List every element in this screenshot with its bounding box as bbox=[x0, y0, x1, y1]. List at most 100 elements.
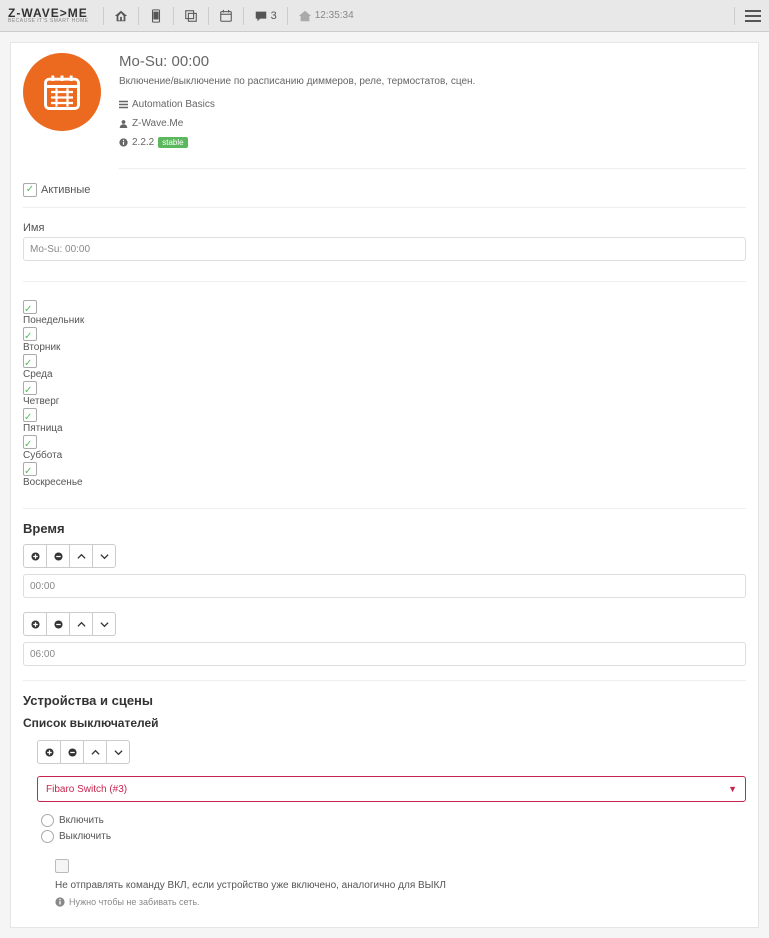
plus-icon bbox=[31, 620, 40, 629]
dropdown-arrow-icon: ▼ bbox=[728, 784, 737, 794]
user-icon bbox=[119, 119, 128, 128]
day-wednesday-checkbox[interactable] bbox=[23, 354, 37, 368]
day-friday-checkbox[interactable] bbox=[23, 408, 37, 422]
name-block: Имя bbox=[23, 222, 746, 261]
events-link[interactable]: 3 bbox=[254, 9, 277, 23]
clock-display: 12:35:34 bbox=[298, 9, 354, 23]
chevron-down-icon bbox=[100, 552, 109, 561]
devices-link[interactable] bbox=[149, 9, 163, 23]
nosend-label: Не отправлять команду ВКЛ, если устройст… bbox=[55, 880, 746, 891]
clock-time: 12:35:34 bbox=[315, 10, 354, 21]
devices-subtitle: Список выключателей bbox=[23, 716, 746, 730]
separator bbox=[23, 680, 746, 681]
list-icon bbox=[119, 100, 128, 109]
day-friday: Пятница bbox=[23, 408, 746, 434]
separator bbox=[287, 7, 288, 25]
separator bbox=[208, 7, 209, 25]
main-card: Mo-Su: 00:00 Включение/выключение по рас… bbox=[10, 42, 759, 928]
add-button[interactable] bbox=[23, 612, 47, 636]
day-tuesday-checkbox[interactable] bbox=[23, 327, 37, 341]
remove-button[interactable] bbox=[60, 740, 84, 764]
move-down-button[interactable] bbox=[92, 544, 116, 568]
nosend-checkbox[interactable] bbox=[55, 859, 69, 873]
name-input[interactable] bbox=[23, 237, 746, 261]
plus-icon bbox=[31, 552, 40, 561]
radio-on[interactable] bbox=[41, 814, 54, 827]
home-link[interactable] bbox=[114, 9, 128, 23]
day-sunday-checkbox[interactable] bbox=[23, 462, 37, 476]
comment-icon bbox=[254, 9, 268, 23]
time-entry-1: 06:00 bbox=[23, 612, 746, 666]
day-monday-checkbox[interactable] bbox=[23, 300, 37, 314]
move-up-button[interactable] bbox=[69, 612, 93, 636]
day-thursday-checkbox[interactable] bbox=[23, 381, 37, 395]
switch-list-buttons bbox=[37, 740, 746, 764]
menu-button[interactable] bbox=[745, 9, 761, 23]
device-select-value: Fibaro Switch (#3) bbox=[46, 784, 127, 795]
day-tuesday: Вторник bbox=[23, 327, 746, 353]
module-category: Automation Basics bbox=[132, 99, 215, 110]
schedule-icon bbox=[40, 70, 84, 114]
module-meta: Mo-Su: 00:00 Включение/выключение по рас… bbox=[119, 53, 746, 169]
time-entry-0: 00:00 bbox=[23, 544, 746, 598]
module-title: Mo-Su: 00:00 bbox=[119, 53, 746, 70]
devices-inner: Fibaro Switch (#3) ▼ Включить Выключить … bbox=[23, 740, 746, 907]
radio-off-label: Выключить bbox=[59, 831, 111, 842]
help-text: Нужно чтобы не забивать сеть. bbox=[69, 897, 200, 907]
separator bbox=[734, 7, 735, 25]
module-description: Включение/выключение по расписанию димме… bbox=[119, 76, 746, 87]
mobile-icon bbox=[149, 9, 163, 23]
info-icon bbox=[119, 138, 128, 147]
radio-off[interactable] bbox=[41, 830, 54, 843]
name-label: Имя bbox=[23, 222, 746, 234]
move-up-button[interactable] bbox=[69, 544, 93, 568]
move-down-button[interactable] bbox=[92, 612, 116, 636]
module-category-row: Automation Basics bbox=[119, 99, 746, 110]
stable-badge: stable bbox=[158, 137, 187, 148]
remove-button[interactable] bbox=[46, 544, 70, 568]
add-button[interactable] bbox=[23, 544, 47, 568]
logo-subtext: BECAUSE IT'S SMART HOME bbox=[8, 19, 89, 24]
copy-icon bbox=[184, 9, 198, 23]
active-checkbox[interactable] bbox=[23, 183, 37, 197]
minus-icon bbox=[54, 620, 63, 629]
separator bbox=[23, 281, 746, 282]
chevron-down-icon bbox=[114, 748, 123, 757]
day-friday-label: Пятница bbox=[23, 423, 746, 434]
day-thursday: Четверг bbox=[23, 381, 746, 407]
radio-on-label: Включить bbox=[59, 815, 104, 826]
separator bbox=[243, 7, 244, 25]
calendar-link[interactable] bbox=[219, 9, 233, 23]
active-row: Активные bbox=[23, 183, 746, 208]
clock-home-icon bbox=[298, 9, 312, 23]
day-saturday-label: Суббота bbox=[23, 450, 746, 461]
module-version-row: 2.2.2 stable bbox=[119, 137, 746, 148]
rooms-link[interactable] bbox=[184, 9, 198, 23]
time-entry-0-value[interactable]: 00:00 bbox=[23, 574, 746, 598]
calendar-icon bbox=[219, 9, 233, 23]
topbar: Z-WAVE>ME BECAUSE IT'S SMART HOME 3 12:3… bbox=[0, 0, 769, 32]
logo[interactable]: Z-WAVE>ME BECAUSE IT'S SMART HOME bbox=[8, 7, 89, 24]
remove-button[interactable] bbox=[46, 612, 70, 636]
weekdays-block: Понедельник Вторник Среда Четверг Пятниц… bbox=[23, 300, 746, 488]
module-version: 2.2.2 bbox=[132, 137, 154, 148]
minus-icon bbox=[68, 748, 77, 757]
move-down-button[interactable] bbox=[106, 740, 130, 764]
chevron-up-icon bbox=[77, 620, 86, 629]
time-entry-1-buttons bbox=[23, 612, 746, 636]
move-up-button[interactable] bbox=[83, 740, 107, 764]
chevron-up-icon bbox=[77, 552, 86, 561]
add-button[interactable] bbox=[37, 740, 61, 764]
help-row: Нужно чтобы не забивать сеть. bbox=[55, 897, 746, 907]
radio-off-row: Выключить bbox=[37, 830, 746, 843]
separator bbox=[23, 508, 746, 509]
active-label: Активные bbox=[41, 184, 90, 196]
day-monday: Понедельник bbox=[23, 300, 746, 326]
day-monday-label: Понедельник bbox=[23, 315, 746, 326]
device-select[interactable]: Fibaro Switch (#3) ▼ bbox=[37, 776, 746, 802]
time-entry-1-value[interactable]: 06:00 bbox=[23, 642, 746, 666]
devices-title: Устройства и сцены bbox=[23, 693, 746, 708]
day-saturday-checkbox[interactable] bbox=[23, 435, 37, 449]
day-sunday: Воскресенье bbox=[23, 462, 746, 488]
hamburger-icon bbox=[745, 9, 761, 23]
